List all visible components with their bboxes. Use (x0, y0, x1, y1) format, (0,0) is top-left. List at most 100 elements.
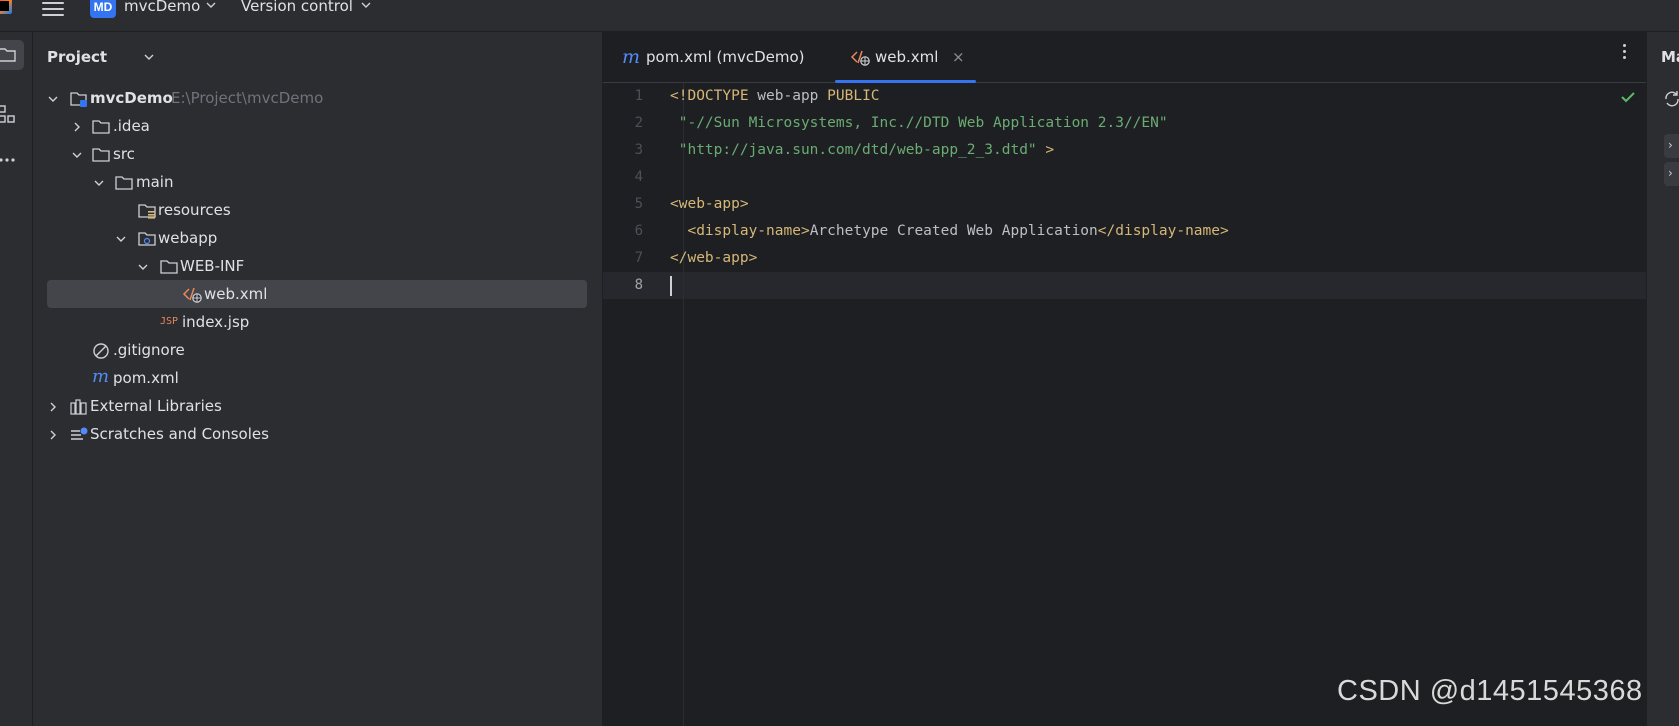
tree-item-index-jsp[interactable]: JSP index.jsp (47, 308, 587, 336)
expand-button[interactable]: › (1664, 162, 1679, 186)
intellij-logo-icon[interactable] (0, 0, 12, 14)
chevron-down-icon[interactable] (360, 0, 372, 11)
tree-item-path-hint: E:\Project\mvcDemo (171, 89, 324, 107)
watermark: CSDN @d1451545368 (1337, 675, 1643, 707)
code-token: "http://java.sun.com/dtd/web-app_2_3.dtd… (670, 142, 1037, 158)
web-folder-icon (138, 232, 156, 246)
more-horizontal-icon (0, 158, 15, 162)
chevron-right-icon[interactable] (47, 429, 59, 441)
project-panel: Project mvcDemo E:\Project\mvcDemo .idea… (33, 32, 603, 726)
more-tools-button[interactable] (0, 144, 24, 174)
chevron-right-icon[interactable] (47, 401, 59, 413)
code-line-2: "-//Sun Microsystems, Inc.//DTD Web Appl… (670, 110, 1632, 137)
chevron-down-icon[interactable] (47, 93, 59, 105)
code-line-8 (684, 272, 1646, 299)
tree-item-web-xml[interactable]: web.xml (47, 280, 587, 308)
version-control-menu[interactable]: Version control (241, 0, 353, 15)
code-token: <display-name> (670, 223, 810, 239)
folder-icon (0, 48, 16, 62)
folder-icon (160, 260, 178, 274)
chevron-down-icon[interactable] (115, 233, 127, 245)
chevron-down-icon[interactable] (205, 0, 217, 11)
tab-web-xml[interactable]: web.xml × (835, 32, 976, 83)
reload-icon[interactable] (1663, 90, 1679, 108)
code-token: PUBLIC (827, 88, 880, 104)
code-token: web-app (748, 88, 828, 104)
line-number: 2 (634, 115, 643, 131)
chevron-down-icon[interactable] (71, 149, 83, 161)
code-token: <!DOCTYPE (670, 88, 749, 104)
tree-item-gitignore[interactable]: .gitignore (47, 336, 587, 364)
scratches-icon (71, 427, 88, 440)
code-token: Archetype Created Web Application (809, 223, 1098, 239)
code-line-3: "http://java.sun.com/dtd/web-app_2_3.dtd… (670, 137, 1632, 164)
tree-item-webapp[interactable]: webapp (47, 224, 587, 252)
tree-item-external-libraries[interactable]: External Libraries (47, 392, 587, 420)
code-token: </display-name> (1097, 223, 1229, 239)
tree-item-label: main (136, 173, 174, 191)
code-line-1: <!DOCTYPE web-app PUBLIC (670, 83, 1632, 110)
project-badge[interactable]: MD (90, 0, 116, 18)
tree-item-scratches[interactable]: Scratches and Consoles (47, 420, 587, 448)
folder-icon (92, 120, 110, 134)
tree-item-label: webapp (158, 229, 218, 247)
chevron-down-icon[interactable] (93, 177, 105, 189)
line-number-gutter: 1 2 3 4 5 6 7 8 (603, 83, 684, 726)
tree-item-mvcdemo[interactable]: mvcDemo E:\Project\mvcDemo (47, 84, 587, 112)
code-token: <web-app> (670, 196, 749, 212)
maven-icon: m (622, 46, 641, 68)
structure-tool-button[interactable] (0, 98, 24, 128)
line-number: 6 (634, 223, 643, 239)
tree-item-label: .idea (113, 117, 150, 135)
project-switcher[interactable]: mvcDemo (124, 0, 200, 15)
expand-button[interactable]: › (1664, 134, 1679, 158)
line-number: 8 (634, 277, 643, 293)
chevron-down-icon[interactable] (143, 51, 155, 63)
chevron-right-icon: › (1668, 138, 1673, 152)
resources-folder-icon (138, 204, 156, 219)
chevron-right-icon[interactable] (71, 121, 83, 133)
tree-item-label: .gitignore (113, 341, 185, 359)
tree-item-main[interactable]: main (47, 168, 587, 196)
close-icon[interactable]: × (952, 32, 965, 82)
right-tool-strip: Ma › › (1646, 32, 1679, 726)
tree-item-src[interactable]: src (47, 140, 587, 168)
code-token: </web-app> (670, 250, 758, 266)
panel-title[interactable]: Project (47, 48, 107, 66)
tree-item-label: web.xml (204, 285, 268, 303)
more-vertical-icon[interactable] (1623, 44, 1626, 62)
left-tool-strip (0, 32, 33, 726)
tree-item-web-inf[interactable]: WEB-INF (47, 252, 587, 280)
main-menu-icon[interactable] (42, 0, 64, 18)
tab-pom-xml[interactable]: m pom.xml (mvcDemo) (618, 32, 813, 82)
line-number: 1 (634, 88, 643, 104)
code-token: "-//Sun Microsystems, Inc.//DTD Web Appl… (670, 115, 1168, 131)
tree-item-label: Scratches and Consoles (90, 425, 269, 443)
tree-item-pom-xml[interactable]: m pom.xml (47, 364, 587, 392)
chevron-right-icon: › (1668, 166, 1673, 180)
folder-icon (115, 176, 133, 190)
tree-item-label: index.jsp (182, 313, 250, 331)
jsp-icon: JSP (160, 316, 179, 327)
project-tool-button[interactable] (0, 40, 24, 70)
code-area[interactable]: <!DOCTYPE web-app PUBLIC "-//Sun Microsy… (670, 83, 1646, 726)
editor-tab-bar: m pom.xml (mvcDemo) web.xml × (603, 32, 1646, 83)
xml-web-icon (182, 287, 202, 303)
tab-label: pom.xml (mvcDemo) (646, 48, 805, 66)
chevron-down-icon[interactable] (137, 261, 149, 273)
line-number: 7 (634, 250, 643, 266)
tree-item-label: src (113, 145, 135, 163)
tree-item-idea[interactable]: .idea (47, 112, 587, 140)
maven-icon: m (92, 366, 110, 387)
xml-web-icon (850, 50, 870, 66)
module-folder-icon (70, 92, 87, 107)
inspection-ok-check-icon[interactable] (1620, 90, 1636, 104)
tree-item-label: External Libraries (90, 397, 222, 415)
text-caret (670, 276, 672, 296)
tree-item-resources[interactable]: resources (47, 196, 587, 224)
line-number: 5 (634, 196, 643, 212)
folder-icon (92, 148, 110, 162)
editor: m pom.xml (mvcDemo) web.xml × 1 2 3 4 5 … (603, 32, 1646, 726)
structure-icon (0, 105, 15, 123)
maven-panel-title[interactable]: Ma (1661, 48, 1679, 66)
